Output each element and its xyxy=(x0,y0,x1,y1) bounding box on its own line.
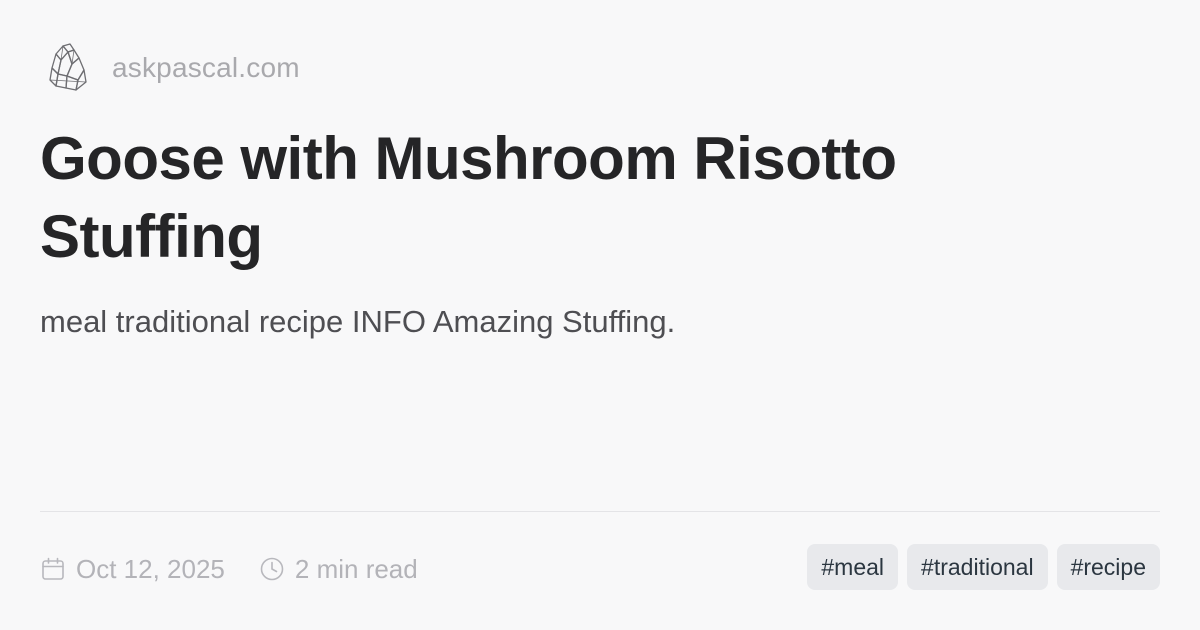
site-domain[interactable]: askpascal.com xyxy=(112,52,300,84)
read-time-text: 2 min read xyxy=(294,553,418,584)
publish-date-text: Oct 12, 2025 xyxy=(76,553,225,584)
tag-list: #meal #traditional #recipe xyxy=(807,544,1160,590)
tag-meal[interactable]: #meal xyxy=(807,544,899,590)
crystal-icon xyxy=(49,43,87,91)
article-meta: Oct 12, 2025 2 min read xyxy=(40,549,418,589)
tag-recipe[interactable]: #recipe xyxy=(1056,544,1160,590)
article-description: meal traditional recipe INFO Amazing Stu… xyxy=(40,304,676,339)
share-card: askpascal.com Goose with Mushroom Risott… xyxy=(0,0,1200,630)
clock-icon xyxy=(260,557,284,581)
tag-traditional[interactable]: #traditional xyxy=(907,544,1048,590)
calendar-icon xyxy=(42,557,64,580)
site-header: askpascal.com xyxy=(46,40,300,96)
divider xyxy=(40,511,1160,512)
publish-date: Oct 12, 2025 xyxy=(40,554,225,585)
article-title: Goose with Mushroom Risotto Stuffing xyxy=(40,125,897,270)
read-time: 2 min read xyxy=(259,554,418,585)
